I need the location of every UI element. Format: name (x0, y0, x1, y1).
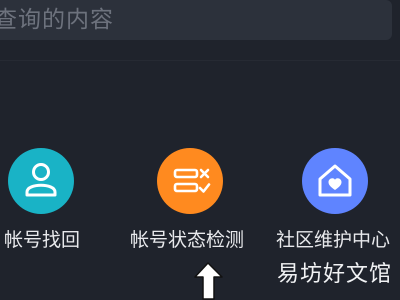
search-bar[interactable]: 查询的内容 (0, 0, 392, 40)
home-heart-icon (302, 148, 368, 214)
search-placeholder: 查询的内容 (0, 7, 114, 33)
watermark-text: 易坊好文馆 (276, 262, 392, 287)
section-divider (0, 60, 400, 61)
community-maintenance-item[interactable]: 社区维护中心 (272, 148, 400, 258)
account-status-check-item[interactable]: 帐号状态检测 (120, 148, 260, 258)
account-status-check-label: 帐号状态检测 (130, 229, 245, 251)
person-icon (8, 148, 74, 214)
app-screen: 查询的内容 帐号找回 帐号状态检测 社区维护中心 易坊好文馆 (0, 0, 400, 300)
account-recovery-label: 帐号找回 (4, 229, 81, 251)
community-maintenance-label: 社区维护中心 (276, 229, 391, 251)
checklist-icon (157, 148, 223, 214)
up-arrow-icon (192, 262, 226, 300)
account-recovery-item[interactable]: 帐号找回 (0, 148, 80, 258)
